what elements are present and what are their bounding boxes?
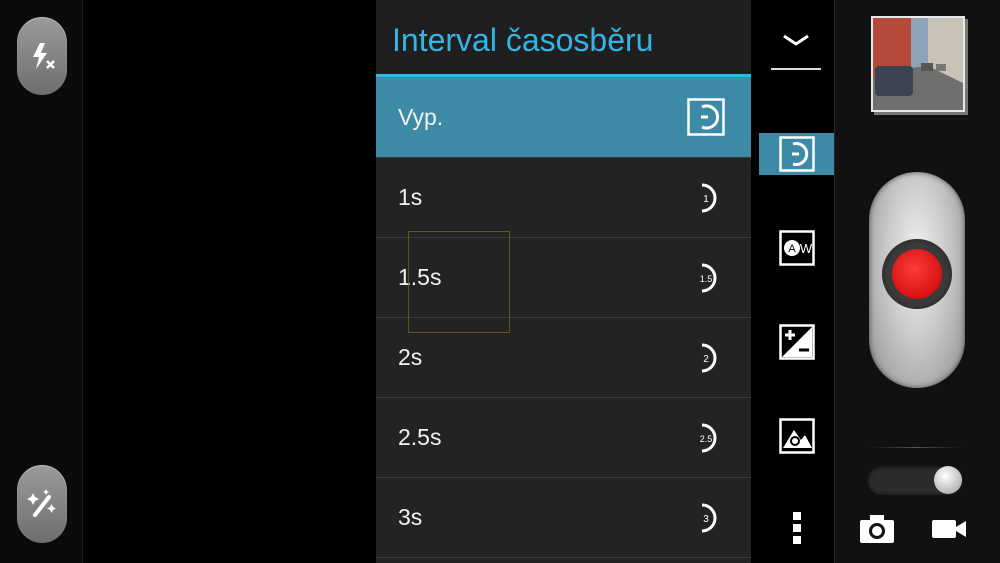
record-dot: [892, 249, 942, 299]
divider: [871, 447, 961, 448]
white-balance-auto-icon: A W: [778, 230, 815, 266]
menu-item-label: 1s: [398, 184, 423, 210]
menu-item-off[interactable]: Vyp.: [376, 77, 751, 158]
timelapse-setting-button[interactable]: [759, 133, 834, 175]
interval-2s-icon: 2: [701, 343, 717, 372]
svg-text:1.5: 1.5: [700, 274, 713, 284]
svg-text:3: 3: [703, 514, 709, 525]
menu-item-1s[interactable]: 1s 1: [376, 158, 751, 238]
street-photo-thumbnail: [873, 18, 963, 110]
menu-item-1-5s[interactable]: 1.5s 1.5: [376, 238, 751, 318]
menu-item-label: 1.5s: [398, 264, 442, 290]
camera-viewfinder[interactable]: [83, 0, 376, 563]
white-balance-button[interactable]: A W: [759, 226, 834, 270]
menu-item-2s[interactable]: 2s 2: [376, 318, 751, 398]
effects-button[interactable]: [17, 465, 67, 543]
more-options-button[interactable]: [759, 508, 834, 548]
mode-switch-knob[interactable]: [934, 466, 962, 494]
interval-1s-icon: 1: [701, 183, 717, 212]
menu-item-label: 2s: [398, 344, 423, 370]
flash-off-icon: [33, 43, 55, 69]
capture-controls: [834, 0, 1000, 563]
scene-mode-button[interactable]: [759, 414, 834, 458]
record-ring: [882, 239, 952, 309]
menu-item-label: 2.5s: [398, 424, 442, 450]
menu-item-label: Vyp.: [398, 103, 444, 130]
menu-item-3s[interactable]: 3s 3: [376, 478, 751, 558]
record-button[interactable]: [869, 172, 965, 388]
svg-text:2.5: 2.5: [700, 434, 713, 444]
more-options-icon: [792, 512, 801, 544]
photo-video-switch[interactable]: [867, 465, 963, 495]
collapse-menu-button[interactable]: [771, 12, 821, 70]
menu-item-2-5s[interactable]: 2.5s 2.5: [376, 398, 751, 478]
scene-mode-icon: [778, 418, 815, 454]
timelapse-interval-menu: Interval časosběru Vyp. 1s 1 1.5s 1.5 2s…: [376, 0, 751, 563]
exposure-compensation-icon: [778, 324, 815, 360]
collapse-chevron-icon: [783, 34, 809, 46]
timelapse-off-icon: [687, 98, 725, 136]
magic-wand-icon: [27, 489, 56, 517]
svg-text:A: A: [788, 243, 796, 255]
camera-icon[interactable]: [859, 514, 895, 544]
left-rail: [0, 0, 83, 563]
timelapse-icon: [778, 136, 815, 172]
interval-1-5s-icon: 1.5: [700, 263, 717, 292]
video-camera-icon[interactable]: [931, 514, 967, 544]
exposure-button[interactable]: [759, 320, 834, 364]
svg-text:2: 2: [703, 354, 709, 365]
menu-title: Interval časosběru: [376, 0, 751, 77]
interval-3s-icon: 3: [701, 503, 717, 532]
svg-text:1: 1: [703, 194, 709, 205]
interval-2-5s-icon: 2.5: [700, 423, 717, 452]
menu-item-label: 3s: [398, 504, 423, 530]
svg-text:W: W: [799, 241, 812, 256]
settings-strip: A W: [751, 0, 834, 563]
flash-toggle-button[interactable]: [17, 17, 67, 95]
last-capture-thumbnail[interactable]: [871, 16, 965, 112]
